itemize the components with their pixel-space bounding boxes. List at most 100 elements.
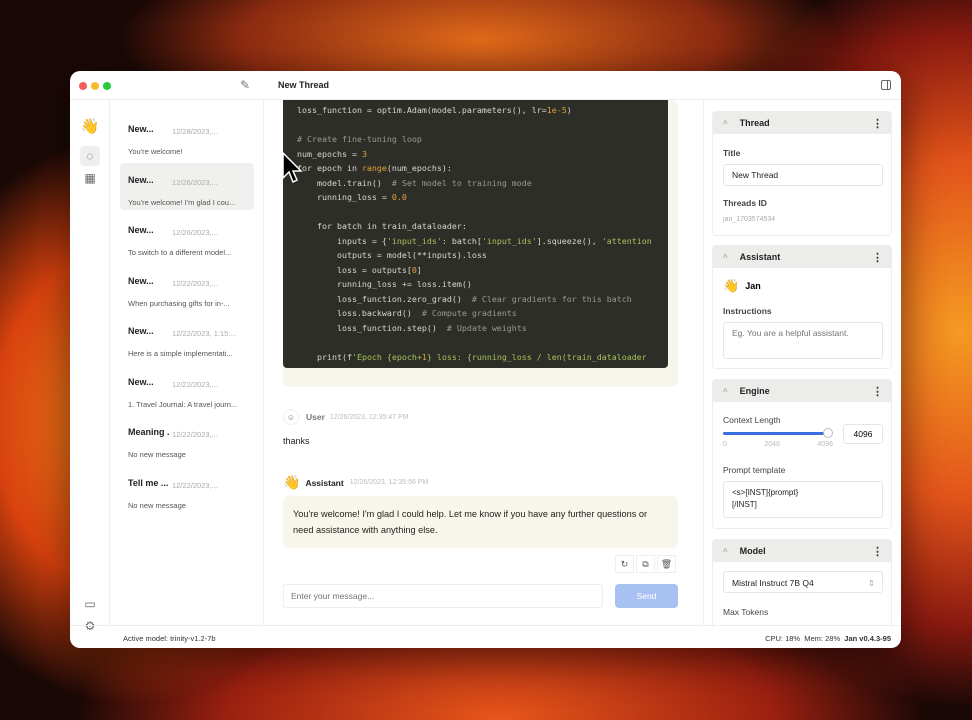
thread-item[interactable]: New... 12/22/2023, 1:15:... Here is a simp…	[120, 314, 254, 361]
section-title: Engine	[739, 386, 770, 396]
thread-date: 12/22/2023,...	[172, 430, 218, 439]
settings-panel: ^ Thread ⋮ Title New Thread Threads ID jan…	[703, 100, 901, 629]
model-select-value: Mistral Instruct 7B Q4	[732, 578, 814, 588]
more-icon[interactable]: ⋮	[872, 251, 883, 264]
thread-preview: Here is a simple implementati...	[128, 349, 233, 358]
slider-thumb[interactable]	[823, 428, 833, 438]
user-message-header: ☺ User 12/26/2023, 12:35:47 PM	[283, 409, 409, 425]
engine-section-header[interactable]: ^ Engine ⋮	[713, 380, 891, 402]
thread-item[interactable]: Tell me ... 12/22/2023,... No new message	[120, 466, 254, 513]
chevron-up-icon: ^	[723, 546, 728, 556]
thread-preview: 1. Travel Journal: A travel journ...	[128, 399, 238, 409]
code-line: running_loss += loss.item()	[297, 279, 472, 289]
max-tokens-label: Max Tokens	[723, 607, 769, 617]
thread-date: 12/26/2023,...	[172, 177, 218, 187]
jan-logo: 👋	[80, 118, 100, 135]
instructions-label: Instructions	[723, 306, 772, 316]
copy-icon[interactable]: ⧉	[636, 555, 655, 573]
code-line: inputs = {'input_ids': batch['input_ids'…	[297, 235, 652, 246]
thread-name: Meaning ...	[128, 427, 170, 437]
send-button[interactable]: Send	[615, 584, 678, 608]
select-arrows-icon: ⇕	[867, 578, 875, 588]
thread-date: 12/22/2023,...	[172, 379, 218, 389]
thread-item[interactable]: New... 12/26/2023,... To switch to a diffe…	[120, 213, 254, 260]
thread-preview: To switch to a different model...	[128, 248, 232, 257]
user-message-text: thanks	[283, 436, 310, 446]
active-model: Active model: trinity-v1.2-7b	[123, 634, 216, 643]
trash-icon[interactable]: 🗑	[657, 555, 676, 573]
assistant-name: Jan	[745, 281, 761, 291]
chat-icon[interactable]: ◌	[80, 146, 100, 166]
thread-preview: You're welcome! I'm glad I cou...	[128, 197, 236, 207]
model-section-header[interactable]: ^ Model ⋮	[713, 540, 891, 562]
code-line: loss_function.step() # Update weights	[297, 322, 527, 333]
thread-item[interactable]: Meaning ...12/22/2023,... No new message	[120, 415, 254, 462]
minimize-window-button[interactable]	[91, 82, 99, 90]
grid-icon[interactable]: ▦	[80, 168, 100, 188]
chevron-up-icon: ^	[723, 118, 728, 128]
prompt-template-textarea[interactable]: <s>[INST]{prompt} [/INST]	[723, 481, 883, 518]
context-length-label: Context Length	[723, 415, 781, 425]
code-line: loss_function = optim.Adam(model.paramet…	[297, 105, 572, 115]
thread-date: 12/22/2023,...	[172, 278, 218, 288]
thread-preview: You're welcome!	[128, 147, 183, 156]
assistant-avatar: 👋	[723, 278, 740, 293]
code-line: running_loss = 0.0	[297, 192, 407, 202]
assistant-avatar: 👋	[283, 474, 301, 490]
app-version: Jan v0.4.3-95	[844, 634, 891, 643]
section-title: Assistant	[739, 252, 781, 262]
chevron-up-icon: ^	[723, 252, 728, 262]
slider-max: 4096	[817, 441, 833, 448]
monitor-icon[interactable]: ▭	[80, 594, 100, 614]
code-line: # Create fine-tuning loop	[297, 134, 422, 144]
maximize-window-button[interactable]	[103, 82, 111, 90]
thread-item[interactable]: New... 12/22/2023,... 1. Travel Journal: A…	[120, 365, 254, 412]
model-section: ^ Model ⋮ Mistral Instruct 7B Q4 ⇕ Max Toke…	[712, 539, 892, 629]
thread-item[interactable]: New... 12/26/2023,... You're welcome! I'm …	[120, 162, 254, 210]
code-line: outputs = model(**inputs).loss	[297, 250, 487, 260]
chevron-up-icon: ^	[723, 386, 728, 396]
more-icon[interactable]: ⋮	[872, 385, 883, 398]
assistant-name: Assistant	[305, 477, 344, 488]
more-icon[interactable]: ⋮	[872, 545, 883, 558]
thread-date: 12/22/2023,...	[172, 480, 218, 490]
regenerate-icon[interactable]: ↻	[615, 555, 634, 573]
thread-date: 12/28/2023,...	[172, 127, 218, 136]
code-line: for epoch in range(num_epochs):	[297, 163, 452, 173]
assistant-section-header[interactable]: ^ Assistant ⋮	[713, 246, 891, 268]
user-name: User	[306, 412, 325, 422]
user-avatar-icon: ☺	[283, 409, 299, 425]
assistant-timestamp: 12/26/2023, 12:35:56 PM	[349, 479, 429, 486]
new-thread-icon[interactable]: ✎	[240, 78, 250, 92]
code-line: print(f'Epoch {epoch+1} loss: {running_l…	[297, 351, 647, 362]
assistant-message-text: You're welcome! I'm glad I could help. L…	[283, 496, 678, 548]
instructions-textarea[interactable]	[723, 322, 883, 359]
slider-mid: 2048	[764, 441, 780, 448]
thread-section-header[interactable]: ^ Thread ⋮	[713, 112, 891, 134]
mem-usage: Mem: 28%	[804, 634, 841, 643]
thread-section: ^ Thread ⋮ Title New Thread Threads ID jan…	[712, 111, 892, 236]
thread-date: 12/22/2023, 1:15:...	[172, 329, 237, 338]
mouse-cursor-icon	[282, 152, 303, 184]
context-length-input[interactable]: 4096	[843, 424, 883, 444]
thread-name: New...	[128, 124, 154, 134]
close-window-button[interactable]	[79, 82, 87, 90]
thread-item[interactable]: New... 12/28/2023,... You're welcome!	[120, 112, 254, 159]
context-length-slider[interactable]	[723, 428, 833, 438]
message-actions: ↻ ⧉ 🗑	[615, 555, 676, 573]
message-input[interactable]	[283, 584, 603, 608]
model-select[interactable]: Mistral Instruct 7B Q4 ⇕	[723, 571, 883, 593]
thread-item[interactable]: New... 12/22/2023,... When purchasing gift…	[120, 264, 254, 311]
section-title: Model	[739, 546, 766, 556]
nav-rail: 👋 ◌ ▦ ▭ ⚙	[70, 100, 110, 633]
toggle-sidebar-icon[interactable]	[881, 80, 891, 90]
title-input[interactable]: New Thread	[723, 164, 883, 186]
code-line: loss = outputs[0]	[297, 264, 422, 275]
user-timestamp: 12/26/2023, 12:35:47 PM	[329, 413, 409, 421]
more-icon[interactable]: ⋮	[872, 117, 883, 130]
thread-name: New...	[128, 376, 154, 387]
cpu-usage: CPU: 18%	[765, 634, 801, 643]
code-line: model.train() # Set model to training mo…	[297, 177, 532, 188]
